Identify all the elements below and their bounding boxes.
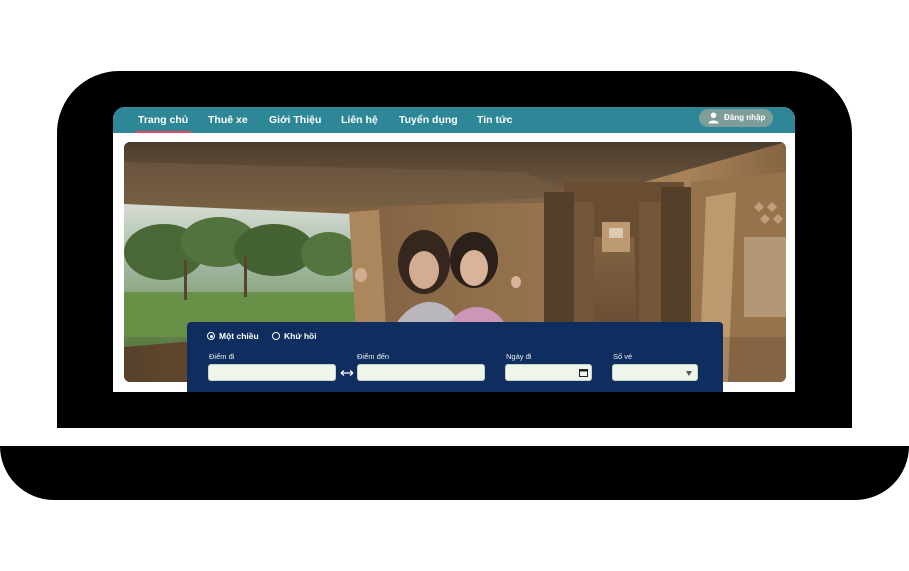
chevron-down-icon	[686, 371, 692, 376]
trip-type-round-trip[interactable]: Khứ hồi	[272, 331, 317, 344]
trip-type-one-way-label: Một chiều	[219, 331, 259, 341]
calendar-icon[interactable]	[579, 368, 588, 377]
to-field[interactable]	[357, 364, 485, 383]
login-button[interactable]: Đăng nhập	[699, 109, 773, 127]
nav-item-contact[interactable]: Liên hệ	[341, 107, 378, 133]
nav-item-home[interactable]: Trang chủ	[134, 107, 192, 133]
to-label: Điểm đến	[357, 352, 390, 361]
nav-item-news[interactable]: Tin tức	[477, 107, 512, 133]
radio-unchecked-icon	[272, 332, 280, 340]
from-input[interactable]	[209, 368, 335, 383]
laptop-base	[0, 446, 909, 500]
user-icon	[708, 112, 719, 124]
from-field[interactable]	[208, 364, 336, 383]
nav-item-careers[interactable]: Tuyển dụng	[399, 107, 458, 133]
laptop-screen: Trang chủ Thuê xe Giới Thiệu Liên hệ Tuy…	[113, 107, 795, 392]
date-field[interactable]	[505, 364, 592, 383]
trip-type-one-way[interactable]: Một chiều	[207, 331, 259, 344]
to-input[interactable]	[358, 368, 484, 383]
date-label: Ngày đi	[506, 352, 532, 361]
tickets-label: Số vé	[613, 352, 633, 361]
tickets-select[interactable]	[612, 364, 698, 381]
nav-item-car-rental[interactable]: Thuê xe	[208, 107, 248, 133]
nav-item-about[interactable]: Giới Thiệu	[269, 107, 321, 133]
radio-checked-icon	[207, 332, 215, 340]
from-label: Điểm đi	[209, 352, 235, 361]
trip-type-round-trip-label: Khứ hồi	[284, 331, 317, 341]
ticket-search-panel: Một chiều Khứ hồi Điểm đi Điểm đến Ngày …	[187, 322, 723, 392]
navbar: Trang chủ Thuê xe Giới Thiệu Liên hệ Tuy…	[113, 107, 795, 133]
swap-arrows-icon[interactable]	[340, 368, 354, 378]
login-label: Đăng nhập	[724, 113, 766, 122]
